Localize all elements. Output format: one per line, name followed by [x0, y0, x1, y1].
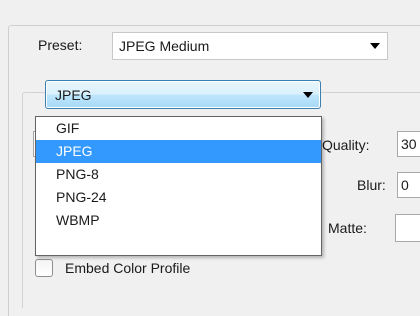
chevron-down-icon[interactable] — [363, 33, 387, 59]
preset-label: Preset: — [38, 37, 83, 53]
format-option-png24[interactable]: PNG-24 — [36, 186, 321, 209]
quality-input[interactable]: 30 — [397, 131, 420, 157]
format-option-wbmp[interactable]: WBMP — [36, 209, 321, 232]
format-value: JPEG — [55, 86, 92, 103]
matte-select[interactable] — [395, 214, 420, 242]
format-option-gif[interactable]: GIF — [36, 117, 321, 140]
preset-select[interactable]: JPEG Medium — [112, 32, 388, 60]
matte-label: Matte: — [328, 220, 367, 236]
embed-color-profile-checkbox[interactable] — [35, 259, 53, 277]
embed-color-profile-label: Embed Color Profile — [65, 260, 191, 276]
chevron-down-icon[interactable] — [296, 81, 320, 108]
format-option-jpeg[interactable]: JPEG — [36, 140, 321, 163]
blur-value: 0 — [401, 177, 409, 193]
quality-label: Quality: — [322, 137, 370, 153]
quality-value: 30 — [401, 136, 417, 152]
format-option-png8[interactable]: PNG-8 — [36, 163, 321, 186]
blur-label: Blur: — [357, 177, 386, 193]
blur-input[interactable]: 0 — [397, 172, 420, 198]
format-dropdown-list: GIF JPEG PNG-8 PNG-24 WBMP — [35, 116, 322, 256]
preset-value: JPEG Medium — [119, 38, 210, 54]
format-select[interactable]: JPEG — [45, 80, 321, 109]
